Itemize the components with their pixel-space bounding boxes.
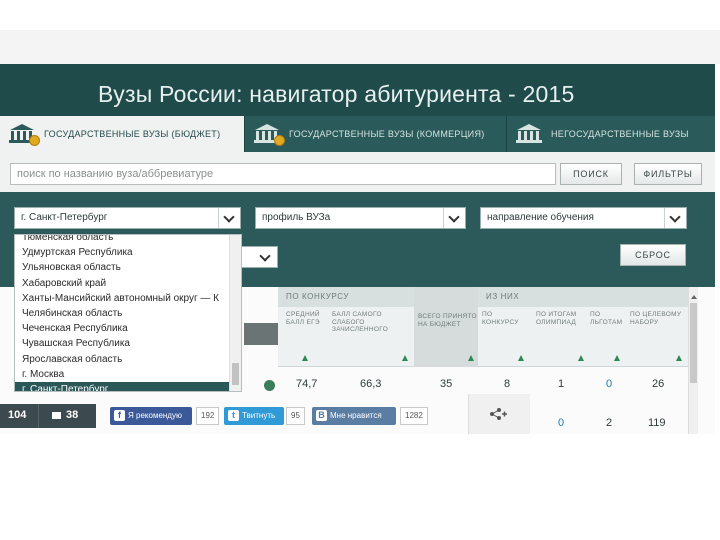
dropdown-option[interactable]: г. Санкт-Петербург	[15, 381, 231, 391]
cell-by-target: 26	[652, 378, 665, 390]
comments-count-value: 38	[66, 409, 79, 421]
cell-by-olympiad: 0	[558, 417, 565, 429]
share-bar: 104 38 f Я рекомендую 192 t Твитнуть 95 …	[0, 404, 440, 428]
profile-select-value: профиль ВУЗа	[262, 212, 331, 223]
comments-count[interactable]: 38	[52, 409, 78, 421]
tab-label: НЕГОСУДАРСТВЕННЫЕ ВУЗЫ	[551, 129, 689, 139]
chevron-down-icon	[443, 208, 465, 228]
twitter-icon: t	[228, 410, 239, 421]
sort-arrow-icon	[402, 355, 408, 361]
tab-state-budget[interactable]: ГОСУДАРСТВЕННЫЕ ВУЗЫ (БЮДЖЕТ)	[0, 116, 245, 152]
cell-by-contest: 8	[504, 378, 511, 390]
search-input[interactable]: поиск по названию вуза/аббревиатуре	[10, 163, 556, 185]
chevron-down-icon	[255, 247, 277, 267]
city-dropdown-list: Тюменская область Удмуртская Республика Ул…	[14, 234, 242, 392]
sort-arrow-icon	[518, 355, 524, 361]
dropdown-scroll-thumb[interactable]	[232, 363, 239, 385]
column-toggle[interactable]	[244, 323, 278, 345]
cell-total-budget: 35	[440, 378, 453, 390]
city-select[interactable]: г. Санкт-Петербург	[14, 207, 241, 229]
direction-select-value: направление обучения	[487, 212, 594, 223]
city-select-value: г. Санкт-Петербург	[21, 212, 108, 223]
page-title: Вузы России: навигатор абитуриента - 201…	[98, 81, 575, 107]
bank-coin-icon	[253, 124, 285, 146]
facebook-icon: f	[114, 410, 125, 421]
views-count: 104	[8, 409, 27, 421]
filters-button[interactable]: ФИЛЬТРЫ	[634, 163, 702, 185]
divider	[38, 404, 39, 428]
column-header[interactable]: ПО ЦЕЛЕВОМУ НАБОРУ	[630, 311, 684, 367]
column-header[interactable]: ПО ЛЬГОТАМ	[590, 311, 624, 367]
tweet-button[interactable]: t Твитнуть	[224, 407, 284, 425]
column-header[interactable]: СРЕДНИЙ БАЛЛ ЕГЭ	[286, 311, 328, 367]
comment-icon	[52, 412, 61, 419]
top-gap	[0, 30, 720, 64]
scroll-up-icon[interactable]	[691, 295, 697, 299]
search-button[interactable]: ПОИСК	[560, 163, 622, 185]
column-header[interactable]: БАЛЛ САМОГО СЛАБОГО ЗАЧИСЛЕННОГО	[332, 311, 410, 367]
column-header[interactable]: ПО ИТОГАМ ОЛИМПИАД	[536, 311, 586, 367]
dropdown-option[interactable]: Ханты-Мансийский автономный округ — К	[15, 291, 231, 306]
dropdown-scrollbar[interactable]	[229, 235, 241, 391]
share-icon	[489, 408, 507, 420]
group-header-konkurs: ПО КОНКУРСУ	[278, 287, 414, 307]
chevron-down-icon	[664, 208, 686, 228]
vk-icon: В	[316, 410, 327, 421]
dropdown-options: Тюменская область Удмуртская Республика Ул…	[15, 235, 231, 391]
dropdown-option[interactable]: Тюменская область	[15, 235, 231, 245]
cell-min-score: 66,3	[360, 378, 382, 390]
cell-by-benefits: 0	[606, 378, 613, 390]
sort-arrow-icon	[578, 355, 584, 361]
dropdown-option[interactable]: г. Москва	[15, 367, 231, 382]
reset-button[interactable]: СБРОС	[620, 244, 686, 266]
cell-by-target: 119	[648, 417, 666, 429]
dropdown-option[interactable]: Чеченская Республика	[15, 321, 231, 336]
sort-arrow-icon	[468, 355, 474, 361]
cell-by-olympiad: 1	[558, 378, 565, 390]
secondary-select[interactable]	[240, 246, 278, 268]
dropdown-option[interactable]: Хабаровский край	[15, 276, 231, 291]
facebook-label: Я рекомендую	[128, 411, 182, 420]
sort-arrow-icon	[302, 355, 308, 361]
vk-count: 1282	[400, 407, 428, 425]
tweet-label: Твитнуть	[242, 411, 276, 420]
table-scrollbar[interactable]	[688, 287, 698, 434]
share-more-button[interactable]	[468, 394, 530, 434]
table-header: ПО КОНКУРСУ ИЗ НИХ СРЕДНИЙ БАЛЛ ЕГЭ БАЛЛ…	[278, 287, 688, 367]
counters: 104 38	[0, 404, 96, 428]
tab-label: ГОСУДАРСТВЕННЫЕ ВУЗЫ (БЮДЖЕТ)	[44, 129, 221, 139]
column-header[interactable]: ВСЕГО ПРИНЯТО НА БЮДЖЕТ	[414, 287, 478, 367]
dropdown-option[interactable]: Челябинская область	[15, 306, 231, 321]
dropdown-option[interactable]: Ульяновская область	[15, 260, 231, 275]
direction-select[interactable]: направление обучения	[480, 207, 687, 229]
cell-avg-score: 74,7	[296, 378, 318, 390]
tab-label: ГОСУДАРСТВЕННЫЕ ВУЗЫ (КОММЕРЦИЯ)	[289, 129, 485, 139]
sort-arrow-icon	[614, 355, 620, 361]
sort-arrow-icon	[676, 355, 682, 361]
tab-bar: ГОСУДАРСТВЕННЫЕ ВУЗЫ (БЮДЖЕТ) ГОСУДАРСТВ…	[0, 116, 715, 152]
slide: Вузы России: навигатор абитуриента - 201…	[0, 0, 720, 540]
profile-select[interactable]: профиль ВУЗа	[255, 207, 466, 229]
search-row: поиск по названию вуза/аббревиатуре ПОИС…	[0, 160, 715, 188]
dropdown-option[interactable]: Удмуртская Республика	[15, 245, 231, 260]
vk-like-button[interactable]: В Мне нравится	[312, 407, 396, 425]
chevron-down-icon	[218, 208, 240, 228]
dropdown-option[interactable]: Чувашская Республика	[15, 336, 231, 351]
check-icon	[264, 380, 275, 391]
twitter-count: 95	[286, 407, 305, 425]
vk-label: Мне нравится	[330, 411, 382, 420]
tab-state-commercial[interactable]: ГОСУДАРСТВЕННЫЕ ВУЗЫ (КОММЕРЦИЯ)	[245, 116, 507, 152]
dropdown-option[interactable]: Ярославская область	[15, 352, 231, 367]
title-bar: Вузы России: навигатор абитуриента - 201…	[0, 64, 715, 116]
scroll-thumb[interactable]	[690, 303, 697, 383]
bank-coin-icon	[8, 124, 40, 146]
bank-icon	[515, 124, 543, 144]
facebook-recommend-button[interactable]: f Я рекомендую	[110, 407, 192, 425]
facebook-count: 192	[196, 407, 220, 425]
column-header[interactable]: ПО КОНКУРСУ	[482, 311, 528, 367]
cell-by-benefits: 2	[606, 417, 613, 429]
tab-non-state[interactable]: НЕГОСУДАРСТВЕННЫЕ ВУЗЫ	[507, 116, 715, 152]
group-header-iz-nih: ИЗ НИХ	[478, 287, 688, 307]
